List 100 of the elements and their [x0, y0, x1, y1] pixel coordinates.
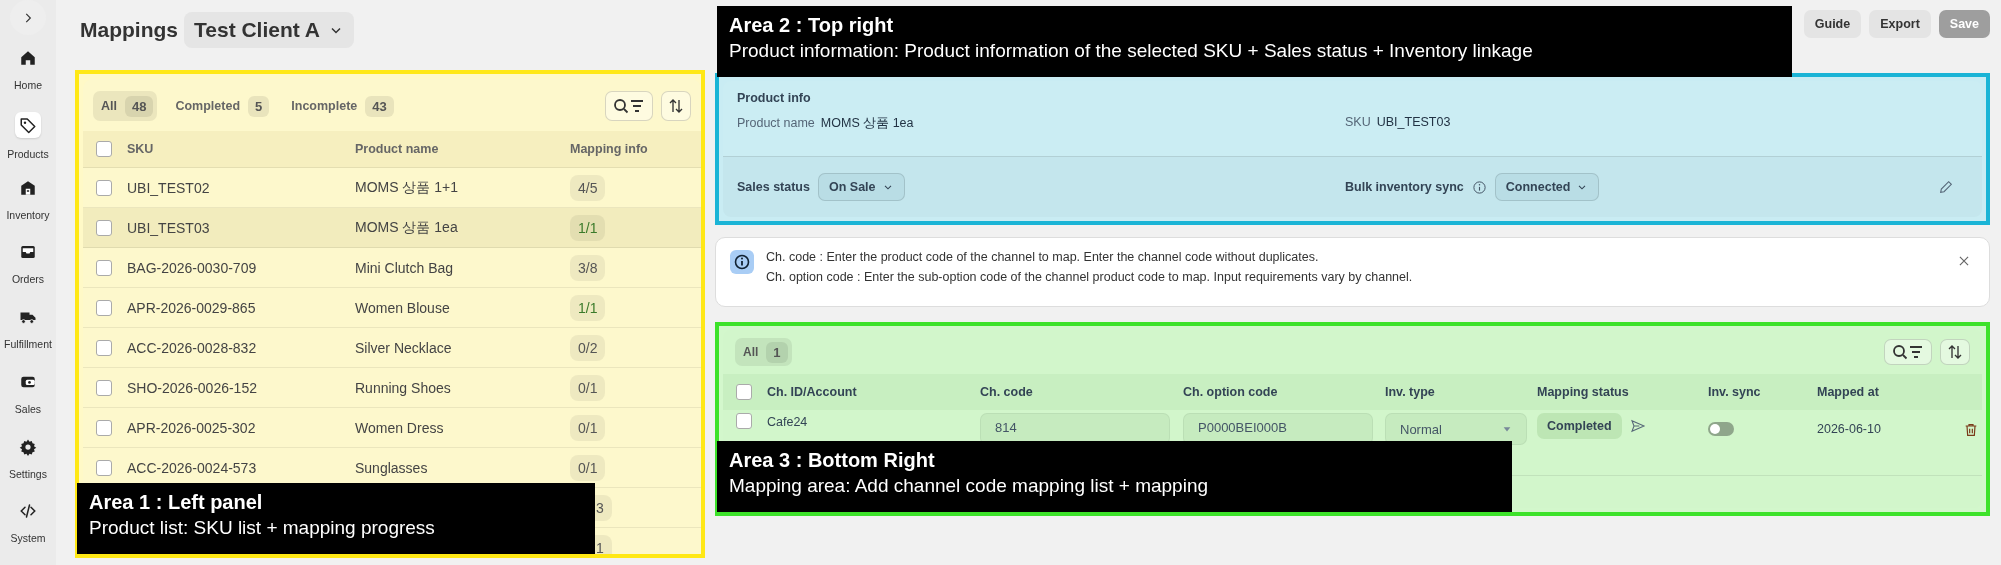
section-title: Product info: [737, 91, 812, 105]
sales-status-dropdown[interactable]: On Sale: [817, 173, 905, 201]
checkbox[interactable]: [96, 259, 112, 276]
nav-item[interactable]: [15, 112, 41, 138]
product-name-cell-text: Running Shoes: [355, 379, 452, 396]
toolbar-button[interactable]: Guide: [1803, 10, 1862, 38]
sku-cell[interactable]: BAG-2026-0030-709: [127, 259, 355, 276]
search-filter-button[interactable]: [1884, 339, 1932, 365]
notice-text: Ch. code : Enter the product code of the channel to map. Enter the channel code without duplicates.: [766, 250, 1320, 265]
field-label: Product name: [737, 116, 815, 130]
product-name-cell-text: Mini Clutch Bag: [355, 259, 455, 276]
mapping-progress-badge: 3/8: [570, 254, 606, 281]
sort-button[interactable]: [1940, 339, 1970, 365]
product-name-cell-text: Women Blouse: [355, 299, 451, 316]
callout-title: Area 1 : Left panel: [89, 490, 264, 515]
sku-cell[interactable]: SHO-2026-0026-152: [127, 379, 355, 396]
trash-icon[interactable]: [1963, 422, 1979, 438]
mapping-progress-badge: 1/1: [570, 214, 606, 241]
sku-cell[interactable]: UBI_TEST02: [127, 179, 355, 196]
date-cell-text: 2026-06-10: [1817, 422, 1882, 436]
product-name-cell-text: Women Dress: [355, 419, 445, 436]
search-filter-icon: [613, 96, 645, 116]
toolbar-button[interactable]: Export: [1869, 10, 1931, 38]
send-icon[interactable]: [1629, 418, 1646, 434]
mapping-progress-badge: 1/1: [570, 294, 606, 321]
product-name-cell-text: MOMS 상품 1+1: [355, 178, 460, 197]
status-badge: Completed: [1537, 413, 1622, 439]
checkbox[interactable]: [96, 141, 112, 157]
sku-cell[interactable]: ACC-2026-0024-573: [127, 459, 355, 476]
nav-label[interactable]: Inventory: [6, 208, 50, 221]
client-dropdown[interactable]: Test Client A: [184, 12, 354, 48]
mapping-progress-badge: 0/1: [570, 414, 606, 441]
sku-cell[interactable]: UBI_TEST03: [127, 219, 355, 236]
column-header: Inv. type: [1385, 385, 1436, 399]
account-cell-text: Cafe24: [767, 415, 809, 429]
column-header: Ch. ID/Account: [767, 385, 858, 399]
nav-label[interactable]: System: [10, 532, 46, 545]
nav-label[interactable]: Home: [14, 79, 42, 92]
mapping-progress-badge: 0/1: [570, 454, 606, 481]
table-row[interactable]: SHO-2026-0026-152 Running Shoes 0/1: [83, 368, 701, 408]
info-icon[interactable]: [1471, 179, 1487, 195]
column-header: Product name: [355, 142, 440, 156]
checkbox[interactable]: [96, 179, 112, 196]
field-label: SKU: [1345, 115, 1371, 129]
table-row[interactable]: BAG-2026-0030-709 Mini Clutch Bag 3/8: [83, 248, 701, 288]
checkbox[interactable]: [96, 299, 112, 316]
nav-label[interactable]: Fulfillment: [4, 338, 52, 351]
filter-tab[interactable]: All 1: [735, 338, 792, 366]
field-label: Sales status: [737, 180, 810, 194]
filter-tab[interactable]: Completed 5: [167, 91, 274, 121]
nav-label[interactable]: Settings: [9, 467, 47, 480]
code-icon: [19, 502, 37, 521]
checkbox[interactable]: [736, 384, 752, 400]
nav-label[interactable]: Products: [7, 148, 49, 160]
filter-tab[interactable]: Incomplete 43: [283, 91, 398, 121]
inventory-sync-dropdown[interactable]: Connected: [1494, 173, 1600, 201]
search-filter-button[interactable]: [605, 91, 653, 121]
column-header: Inv. sync: [1708, 385, 1762, 399]
mapping-progress-badge: 4/5: [570, 174, 606, 201]
column-header: SKU: [127, 142, 155, 156]
field-value: MOMS 상품 1ea: [820, 116, 914, 130]
checkbox[interactable]: [96, 419, 112, 436]
checkbox[interactable]: [96, 379, 112, 396]
product-name-cell-text: MOMS 상품 1ea: [355, 218, 459, 237]
callout-text: Mapping area: Add channel code mapping list + mapping: [729, 474, 1210, 498]
search-filter-icon: [1892, 342, 1924, 362]
table-row[interactable]: ACC-2026-0028-832 Silver Necklace 0/2: [83, 328, 701, 368]
notice-text: Ch. option code : Enter the sub-option code of the channel product code to map. Input requirements vary by channel.: [766, 270, 1413, 285]
mapping-progress-badge: 0/2: [570, 334, 606, 361]
column-header: Mapping status: [1537, 385, 1630, 399]
column-header: Ch. option code: [1183, 385, 1279, 399]
checkbox[interactable]: [96, 459, 112, 476]
settings-icon: [19, 437, 37, 456]
table-row[interactable]: APR-2026-0025-302 Women Dress 0/1: [83, 408, 701, 448]
checkbox[interactable]: [736, 413, 752, 429]
tag-icon: [19, 116, 37, 134]
checkbox[interactable]: [96, 339, 112, 356]
field-label: Bulk inventory sync: [1345, 180, 1464, 194]
selected-row[interactable]: UBI_TEST03 MOMS 상품 1ea 1/1: [83, 208, 701, 248]
sku-cell[interactable]: APR-2026-0025-302: [127, 419, 355, 436]
nav-label[interactable]: Sales: [14, 402, 42, 415]
info-icon: [730, 250, 754, 274]
table-row[interactable]: APR-2026-0029-865 Women Blouse 1/1: [83, 288, 701, 328]
column-header: Mapped at: [1817, 385, 1880, 399]
mapping-progress-badge: 0/1: [570, 374, 606, 401]
sku-cell[interactable]: APR-2026-0029-865: [127, 299, 355, 316]
product-name-cell-text: Silver Necklace: [355, 339, 453, 356]
product-name-cell-text: Sunglasses: [355, 459, 429, 476]
checkbox[interactable]: [96, 219, 112, 236]
field-value: UBI_TEST03: [1376, 115, 1451, 129]
column-header: Ch. code: [980, 385, 1034, 399]
filter-tab[interactable]: All 48: [93, 91, 158, 121]
sort-button[interactable]: [661, 91, 691, 121]
nav-label[interactable]: Orders: [11, 273, 45, 286]
column-header: Mapping info: [570, 142, 649, 156]
edit-icon[interactable]: [1938, 179, 1954, 195]
sku-cell[interactable]: ACC-2026-0028-832: [127, 339, 355, 356]
toggle-switch[interactable]: [1708, 422, 1734, 436]
close-icon: [1957, 254, 1971, 268]
home-icon: [19, 49, 37, 68]
